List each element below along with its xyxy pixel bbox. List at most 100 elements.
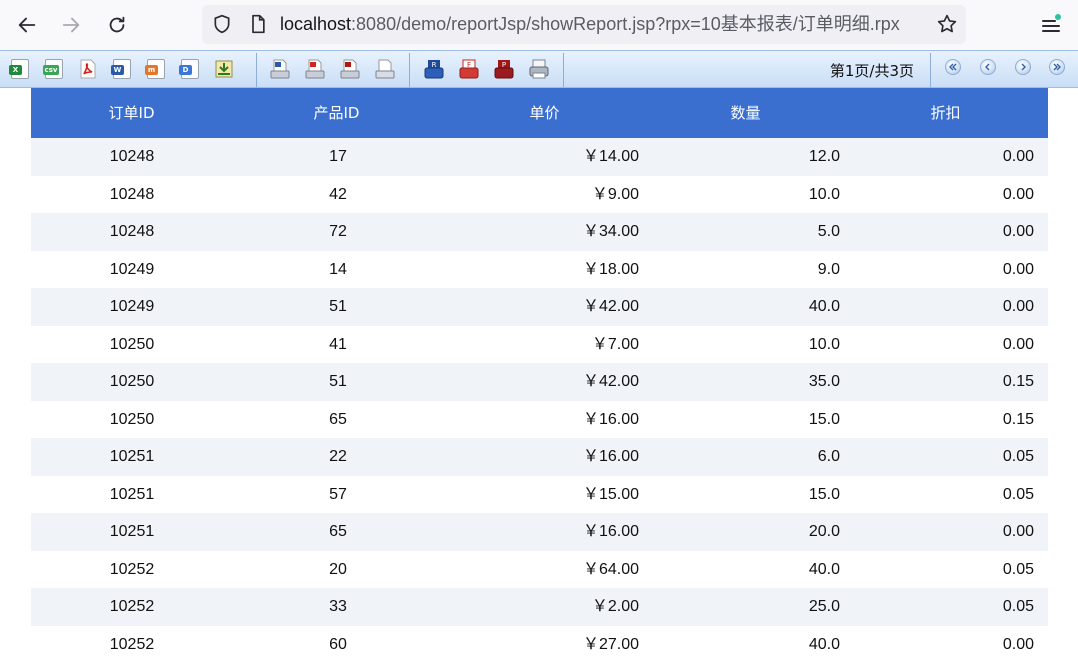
cell-unit-price: ￥18.00: [582, 260, 639, 278]
table-row: 10251 22 ￥16.00 6.0 0.05: [31, 438, 1048, 476]
cell-discount: 0.00: [1002, 148, 1034, 165]
cell-product-id: 51: [329, 373, 347, 390]
cell-order-id: 10250: [109, 335, 155, 353]
cell-unit-price: ￥2.00: [591, 598, 639, 615]
cell-unit-price: ￥7.00: [591, 335, 639, 353]
table-row: 10252 20 ￥64.00 40.0 0.05: [31, 550, 1048, 588]
cell-product-id: 42: [329, 185, 347, 203]
page-info-icon[interactable]: [248, 14, 268, 34]
reload-button[interactable]: [100, 8, 134, 42]
print-a-icon[interactable]: R: [423, 58, 445, 80]
cell-order-id: 10251: [109, 523, 155, 540]
table-row: 10250 41 ￥7.00 10.0 0.00: [31, 325, 1048, 363]
cell-product-id: 65: [329, 410, 347, 428]
chevron-left-icon: [985, 63, 990, 71]
chevron-right-icon: [1021, 63, 1026, 71]
pdf-export-icon[interactable]: [77, 58, 99, 80]
report-table: 订单ID 产品ID 单价 数量 折扣 10248 17 ￥14.00 12.0 …: [31, 88, 1048, 663]
print-preview-icon[interactable]: [374, 58, 396, 80]
cell-discount: 0.00: [1002, 185, 1034, 203]
export-group: X csv W m D: [9, 51, 247, 87]
print-pdf-alt-icon[interactable]: [339, 58, 361, 80]
bookmark-star-icon[interactable]: [936, 13, 958, 35]
url-text[interactable]: localhost:8080/demo/reportJsp/showReport…: [280, 13, 900, 35]
report-toolbar: X csv W m D R F P 第1页/共3页: [0, 50, 1078, 88]
cell-product-id: 17: [329, 148, 347, 165]
double-chevron-left-icon: [949, 63, 957, 71]
double-chevron-right-icon: [1053, 63, 1061, 71]
cell-discount: 0.05: [1002, 560, 1034, 578]
cell-quantity: 9.0: [817, 260, 840, 278]
excel-export-icon[interactable]: X: [9, 58, 31, 80]
import-icon[interactable]: [213, 58, 235, 80]
word-export-icon[interactable]: W: [111, 58, 133, 80]
cell-order-id: 10251: [109, 448, 155, 465]
table-row: 10252 33 ￥2.00 25.0 0.05: [31, 588, 1048, 626]
header-order-id: 订单ID: [108, 104, 155, 122]
cell-discount: 0.00: [1002, 223, 1034, 240]
toolbar-separator: [930, 53, 931, 87]
html-export-icon[interactable]: m: [145, 58, 167, 80]
table-row: 10249 51 ￥42.00 40.0 0.00: [31, 288, 1048, 326]
cell-quantity: 10.0: [808, 335, 840, 353]
cell-unit-price: ￥9.00: [591, 185, 639, 203]
cell-unit-price: ￥16.00: [582, 523, 639, 540]
header-unit-price: 单价: [529, 104, 560, 122]
prev-page-button[interactable]: [980, 59, 996, 75]
url-bar[interactable]: localhost:8080/demo/reportJsp/showReport…: [202, 5, 966, 44]
cell-discount: 0.05: [1002, 448, 1034, 465]
cell-order-id: 10250: [109, 410, 155, 428]
cell-unit-price: ￥34.00: [582, 223, 639, 240]
app-menu-button[interactable]: [1038, 12, 1064, 38]
cell-discount: 0.15: [1002, 373, 1034, 390]
shield-icon[interactable]: [212, 14, 232, 34]
xml-export-icon[interactable]: D: [179, 58, 201, 80]
cell-order-id: 10252: [109, 635, 155, 653]
page-indicator: 第1页/共3页: [829, 62, 914, 80]
table-row: 10250 65 ￥16.00 15.0 0.15: [31, 400, 1048, 438]
reload-icon: [109, 16, 125, 33]
table-row: 10248 72 ￥34.00 5.0 0.00: [31, 213, 1048, 251]
table-body: 10248 17 ￥14.00 12.0 0.00 10248 42 ￥9.00…: [31, 138, 1048, 663]
first-page-button[interactable]: [945, 59, 961, 75]
cell-quantity: 40.0: [808, 298, 840, 315]
url-path: :8080/demo/reportJsp/showReport.jsp?rpx=…: [351, 14, 900, 34]
table-row: 10248 17 ￥14.00 12.0 0.00: [31, 138, 1048, 176]
print-f-icon[interactable]: F: [458, 58, 480, 80]
cell-quantity: 15.0: [808, 485, 840, 503]
cell-unit-price: ￥14.00: [582, 148, 639, 165]
print-pdf-icon[interactable]: [304, 58, 326, 80]
cell-discount: 0.00: [1002, 335, 1034, 353]
print-excel-icon[interactable]: [269, 58, 291, 80]
cell-unit-price: ￥16.00: [582, 410, 639, 428]
next-page-button[interactable]: [1015, 59, 1031, 75]
cell-unit-price: ￥16.00: [582, 448, 639, 465]
last-page-button[interactable]: [1049, 59, 1065, 75]
cell-discount: 0.05: [1002, 485, 1034, 503]
print-p-icon[interactable]: P: [493, 58, 515, 80]
cell-discount: 0.00: [1002, 260, 1034, 278]
table-row: 10252 60 ￥27.00 40.0 0.00: [31, 625, 1048, 663]
cell-order-id: 10248: [109, 148, 155, 165]
cell-unit-price: ￥15.00: [582, 485, 639, 503]
cell-order-id: 10249: [109, 298, 155, 315]
cell-product-id: 51: [329, 298, 347, 315]
cell-order-id: 10250: [109, 373, 155, 390]
printer-icon[interactable]: [528, 58, 550, 80]
cell-discount: 0.00: [1002, 635, 1034, 653]
forward-button[interactable]: [54, 8, 88, 42]
cell-order-id: 10252: [109, 598, 155, 615]
cell-product-id: 57: [329, 485, 347, 503]
cell-product-id: 14: [329, 260, 347, 278]
cell-unit-price: ￥27.00: [582, 635, 639, 653]
cell-discount: 0.05: [1002, 598, 1034, 615]
hamburger-menu-icon: [1042, 14, 1061, 32]
cell-product-id: 22: [329, 448, 347, 465]
cell-quantity: 6.0: [817, 448, 840, 465]
csv-export-icon[interactable]: csv: [43, 58, 65, 80]
arrow-left-icon: [18, 17, 36, 33]
table-row: 10249 14 ￥18.00 9.0 0.00: [31, 250, 1048, 288]
cell-discount: 0.00: [1002, 523, 1034, 540]
cell-order-id: 10248: [109, 223, 155, 240]
back-button[interactable]: [10, 8, 44, 42]
